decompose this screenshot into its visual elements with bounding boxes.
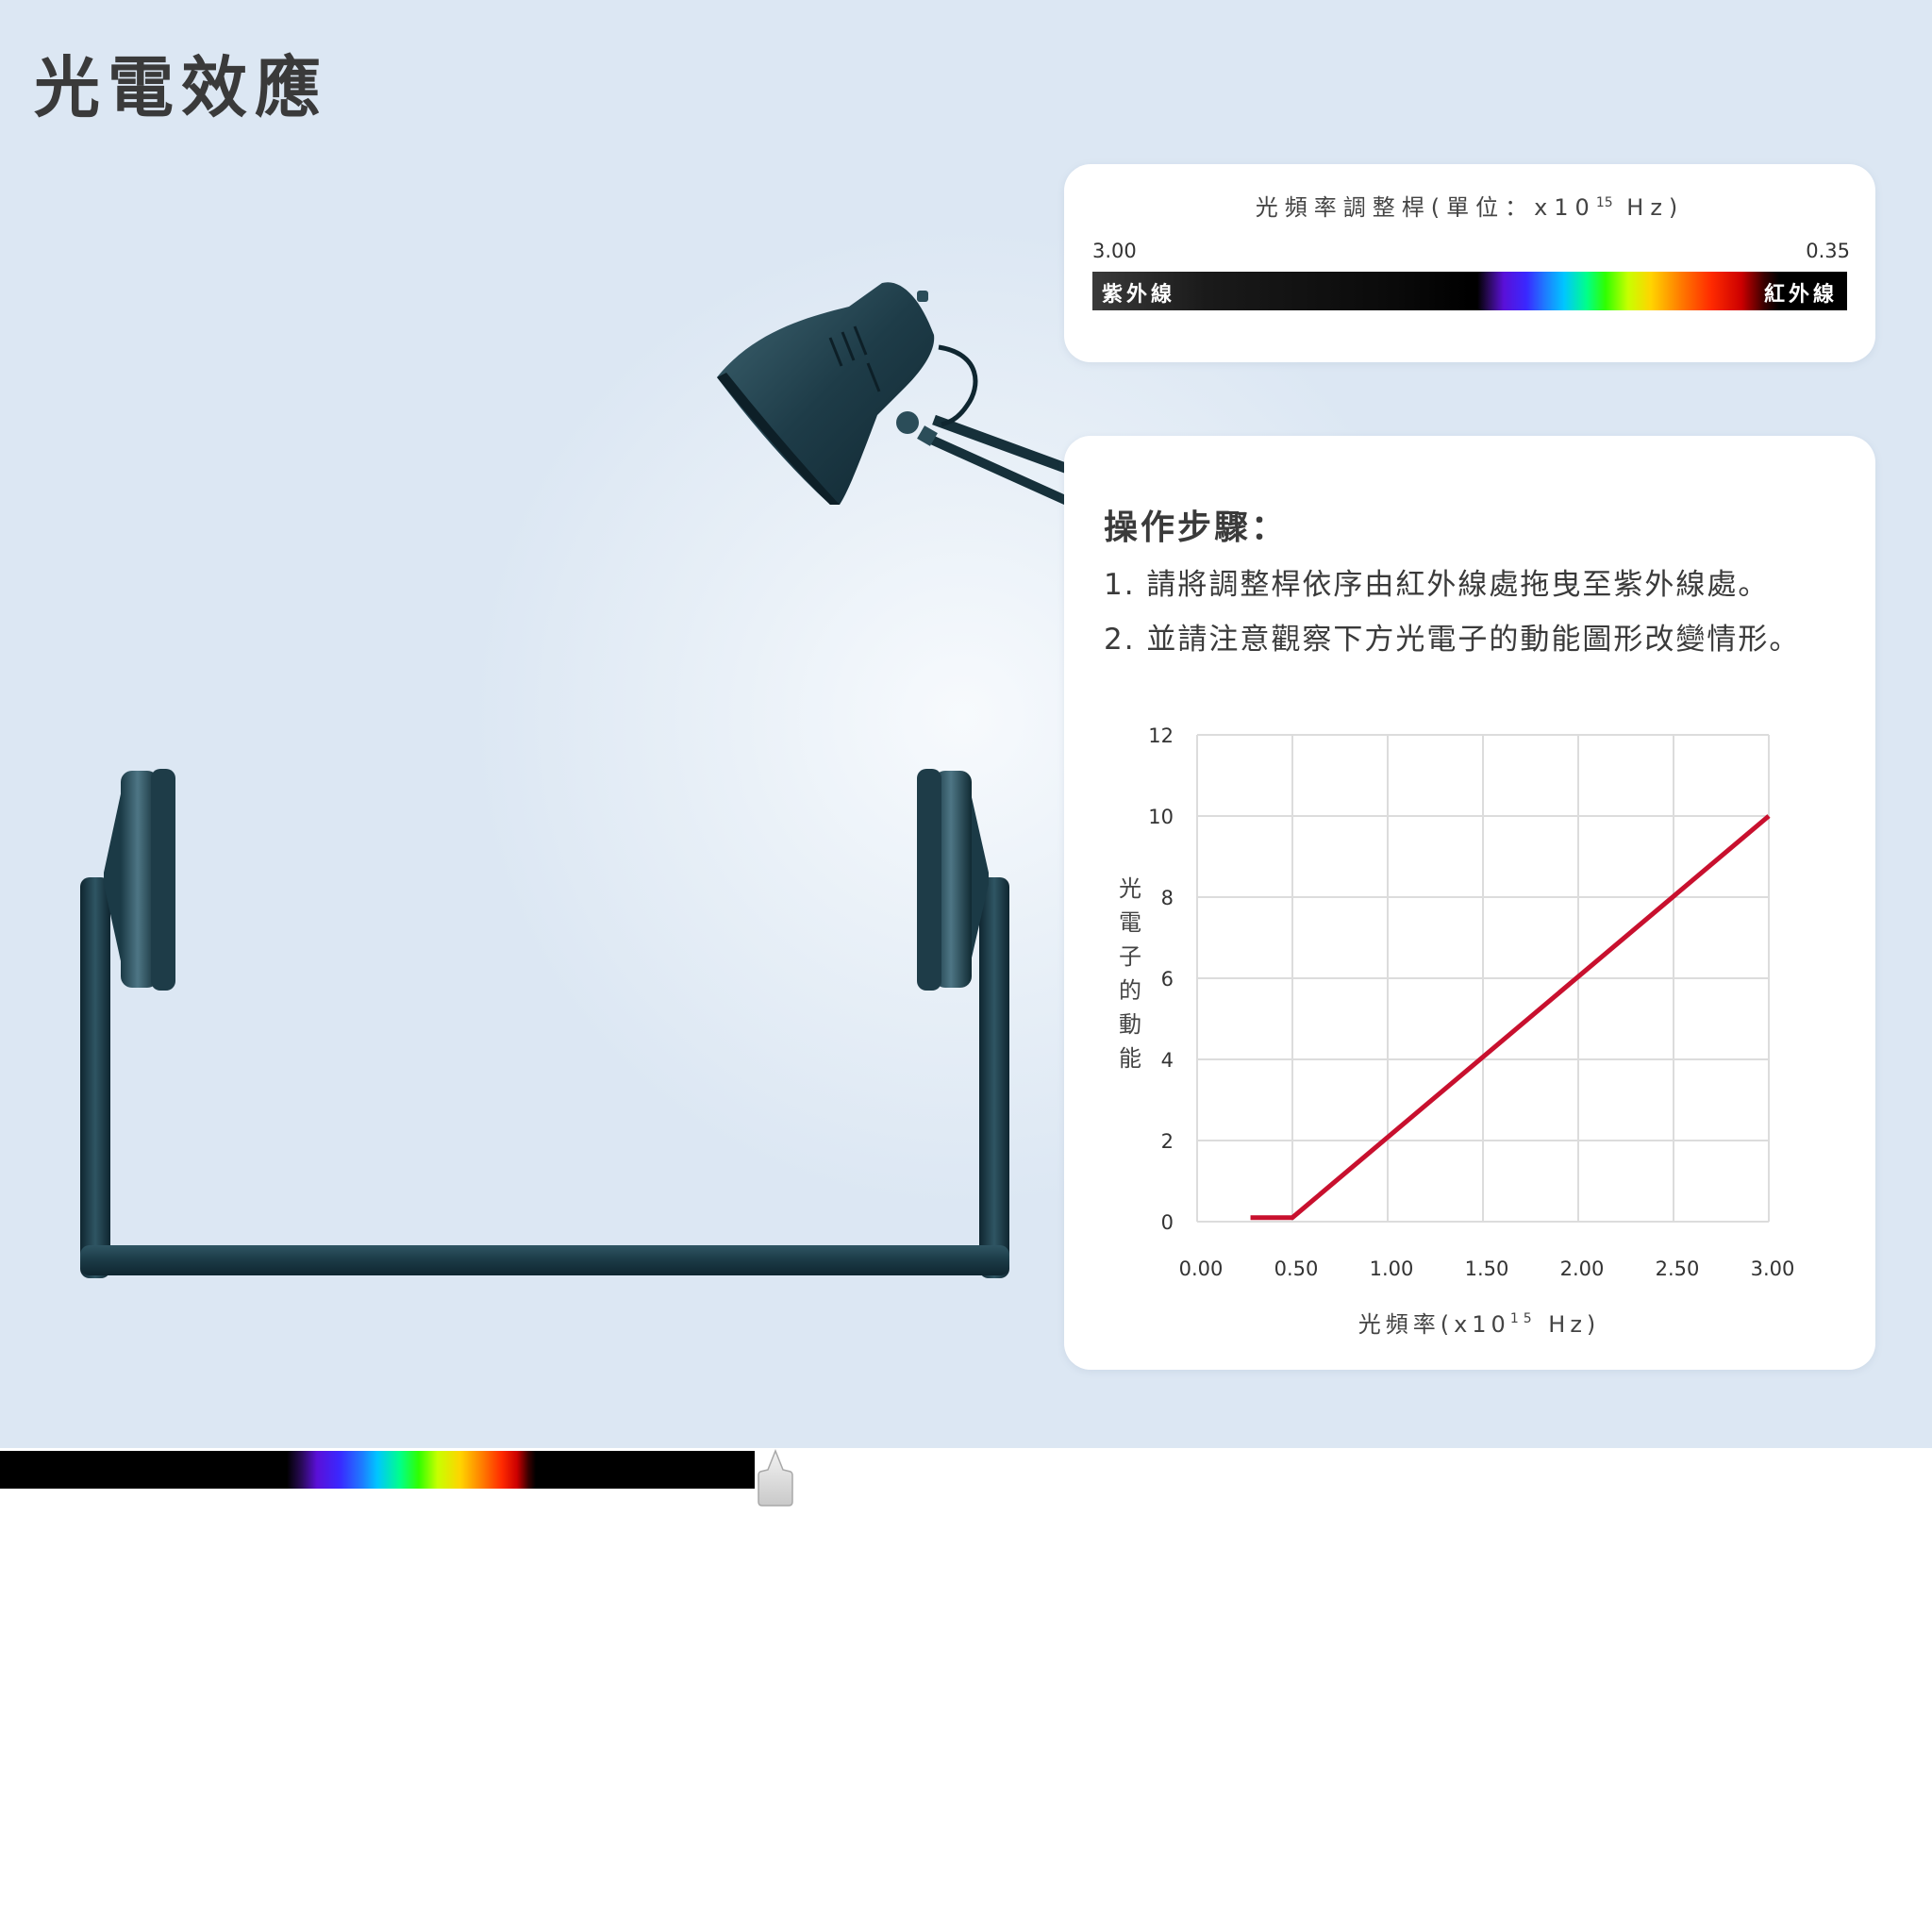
chart-series	[1250, 814, 1771, 1221]
frequency-panel: 光頻率調整桿(單位：x1015 Hz) 3.00 0.35 紫外線 紅外線	[1064, 164, 1875, 362]
y-axis-label: 光電子的動能	[1119, 875, 1141, 1072]
desk-lamp-icon	[717, 282, 1075, 509]
x-tick-label: 0.00	[1179, 1257, 1224, 1280]
y-tick-label: 0	[1161, 1211, 1174, 1234]
x-tick-label: 1.00	[1370, 1257, 1414, 1280]
x-tick-label: 3.00	[1751, 1257, 1795, 1280]
x-tick-labels: 0.00 0.50 1.00 1.50 2.00 2.50 3.00	[1179, 1257, 1795, 1280]
y-tick-labels: 0 2 4 6 8 10 12	[1148, 724, 1174, 1234]
y-tick-label: 8	[1161, 887, 1174, 909]
slider-handle-icon[interactable]	[757, 1449, 794, 1507]
simulation-stage: 光電效應 光頻率調整桿(單位：x1015 Hz) 3.00 0.35 紫外線 紅…	[0, 0, 1932, 1448]
ultraviolet-label: 紫外線	[1102, 283, 1176, 307]
series-line	[1250, 814, 1771, 1221]
y-tick-label: 10	[1148, 806, 1174, 828]
x-tick-label: 1.50	[1465, 1257, 1509, 1280]
frequency-slider-track[interactable]	[0, 1451, 755, 1489]
x-tick-label: 2.00	[1560, 1257, 1605, 1280]
y-tick-label: 6	[1161, 968, 1174, 991]
instructions-panel: 操作步驟： 1. 請將調整桿依序由紅外線處拖曳至紫外線處。 2. 並請注意觀察下…	[1064, 436, 1875, 1370]
spectrum-scale: 紫外線 紅外線	[1092, 272, 1847, 310]
x-tick-label: 2.50	[1656, 1257, 1700, 1280]
x-tick-label: 0.50	[1274, 1257, 1319, 1280]
y-tick-label: 12	[1148, 724, 1174, 747]
x-axis-label: 光頻率(x1015 Hz)	[1358, 1311, 1601, 1338]
infrared-label: 紅外線	[1763, 283, 1838, 307]
electrode-plates-icon	[80, 769, 1009, 1278]
chart-grid	[1196, 734, 1770, 1223]
y-tick-label: 4	[1161, 1049, 1174, 1072]
frequency-panel-title: 光頻率調整桿(單位：x1015 Hz)	[1255, 194, 1685, 221]
frequency-max-label: 0.35	[1806, 240, 1850, 262]
y-tick-label: 2	[1161, 1130, 1174, 1153]
kinetic-energy-chart: 0 2 4 6 8 10 12 0.00 0.50 1.00 1.50 2.00 2.50 3.00 光…	[1119, 724, 1795, 1338]
frequency-min-label: 3.00	[1092, 240, 1137, 262]
page-title: 光電效應	[34, 49, 328, 126]
